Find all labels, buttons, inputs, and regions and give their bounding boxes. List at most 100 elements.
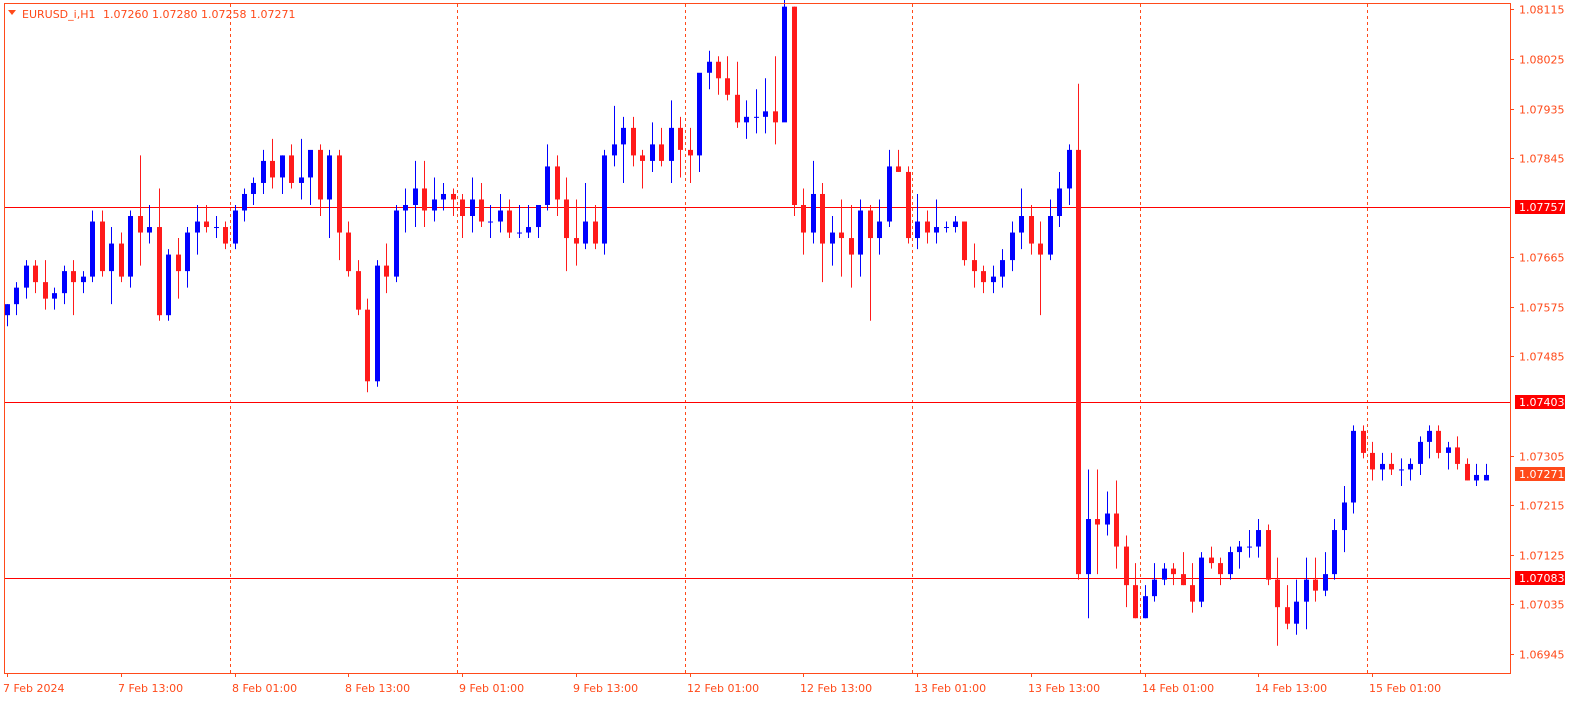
candle-body <box>223 227 228 244</box>
candle-body <box>1143 596 1148 618</box>
candle-body <box>261 161 266 183</box>
candle-body <box>574 238 579 244</box>
candle-body <box>991 277 996 283</box>
candle-body <box>185 233 190 272</box>
candle-body <box>308 150 313 178</box>
candle-body <box>536 205 541 227</box>
candle-body <box>1086 519 1091 574</box>
candle-body <box>138 216 143 233</box>
time-axis-label: 14 Feb 01:00 <box>1142 682 1214 695</box>
candle-body <box>1266 530 1271 580</box>
candle-body <box>839 233 844 239</box>
candle-body <box>1380 464 1385 470</box>
candle-body <box>81 277 86 283</box>
price-axis-label: 1.07935 <box>1519 104 1565 117</box>
candle-body <box>346 233 351 272</box>
time-axis-label: 13 Feb 13:00 <box>1028 682 1100 695</box>
candle-body <box>858 211 863 255</box>
time-axis-label: 7 Feb 2024 <box>3 682 64 695</box>
candle-body <box>887 166 892 221</box>
candle-body <box>71 271 76 282</box>
candle-body <box>1436 431 1441 453</box>
candle-body <box>214 227 219 228</box>
candle-body <box>1256 530 1261 547</box>
candle-body <box>242 194 247 211</box>
candle-body <box>1019 216 1024 233</box>
candle-body <box>915 222 920 239</box>
candle-body <box>545 166 550 205</box>
candle-body <box>479 199 484 221</box>
level-price-tag-label: 1.07403 <box>1519 396 1565 409</box>
candle-body <box>1218 563 1223 574</box>
chart-window[interactable]: 1.081151.080251.079351.078451.076651.075… <box>0 0 1586 708</box>
candle-body <box>1342 502 1347 530</box>
price-axis-label: 1.07035 <box>1519 599 1565 612</box>
bull-candle <box>233 205 238 249</box>
candlestick-chart[interactable]: 1.081151.080251.079351.078451.076651.075… <box>0 0 1586 708</box>
candle-body <box>100 222 105 272</box>
candle-body <box>583 222 588 244</box>
bull-candle <box>394 205 399 282</box>
candle-body <box>1408 464 1413 470</box>
time-axis-label: 14 Feb 13:00 <box>1255 682 1327 695</box>
bear-candle <box>1266 525 1271 586</box>
candle-body <box>1162 569 1167 580</box>
candle-body <box>147 227 152 233</box>
candle-body <box>109 244 114 272</box>
candle-body <box>1029 216 1034 244</box>
candle-body <box>327 155 332 199</box>
candle-body <box>176 255 181 272</box>
bull-candle <box>782 0 787 122</box>
candle-body <box>1228 552 1233 574</box>
candle-body <box>744 117 749 123</box>
candle-body <box>33 266 38 283</box>
candle-body <box>128 216 133 277</box>
time-axis-label: 7 Feb 13:00 <box>118 682 183 695</box>
candle-body <box>1313 580 1318 591</box>
candle-body <box>498 211 503 222</box>
level-price-tag-label: 1.07083 <box>1519 572 1565 585</box>
candle-body <box>1152 580 1157 597</box>
candle-body <box>1000 260 1005 277</box>
candle-body <box>460 199 465 216</box>
time-axis-label: 8 Feb 01:00 <box>232 682 297 695</box>
candle-body <box>337 155 342 232</box>
price-axis-label: 1.07575 <box>1519 302 1565 315</box>
candle-body <box>1114 514 1119 547</box>
candle-body <box>62 271 67 293</box>
candle-body <box>688 150 693 156</box>
candle-body <box>422 188 427 210</box>
bull-candle <box>128 211 133 288</box>
time-axis-label: 13 Feb 01:00 <box>914 682 986 695</box>
candle-body <box>631 128 636 156</box>
candle-body <box>1465 464 1470 481</box>
price-axis-label: 1.07125 <box>1519 550 1565 563</box>
candle-body <box>451 194 456 200</box>
current-price-tag-label: 1.07271 <box>1519 468 1565 481</box>
bull-candle <box>602 150 607 255</box>
candle-body <box>962 222 967 261</box>
candle-body <box>944 227 949 228</box>
candle-body <box>1332 530 1337 574</box>
chart-header: EURUSD_i,H1 1.07260 1.07280 1.07258 1.07… <box>8 8 295 21</box>
time-axis-label: 12 Feb 01:00 <box>687 682 759 695</box>
candle-body <box>1361 431 1366 453</box>
candle-body <box>52 293 57 299</box>
candle-body <box>707 62 712 73</box>
candle-body <box>413 188 418 205</box>
candle-body <box>1209 558 1214 564</box>
candle-body <box>1048 216 1053 255</box>
time-axis-label: 9 Feb 01:00 <box>459 682 524 695</box>
bull-candle <box>1351 425 1356 513</box>
candle-body <box>725 78 730 95</box>
candle-body <box>953 222 958 228</box>
candle-body <box>555 166 560 199</box>
candle-body <box>1474 475 1479 481</box>
candle-body <box>593 222 598 244</box>
candle-body <box>204 222 209 228</box>
candle-body <box>650 144 655 161</box>
candle-body <box>1455 447 1460 464</box>
candle-body <box>356 271 361 310</box>
candle-body <box>1399 469 1404 470</box>
candle-body <box>1067 150 1072 189</box>
